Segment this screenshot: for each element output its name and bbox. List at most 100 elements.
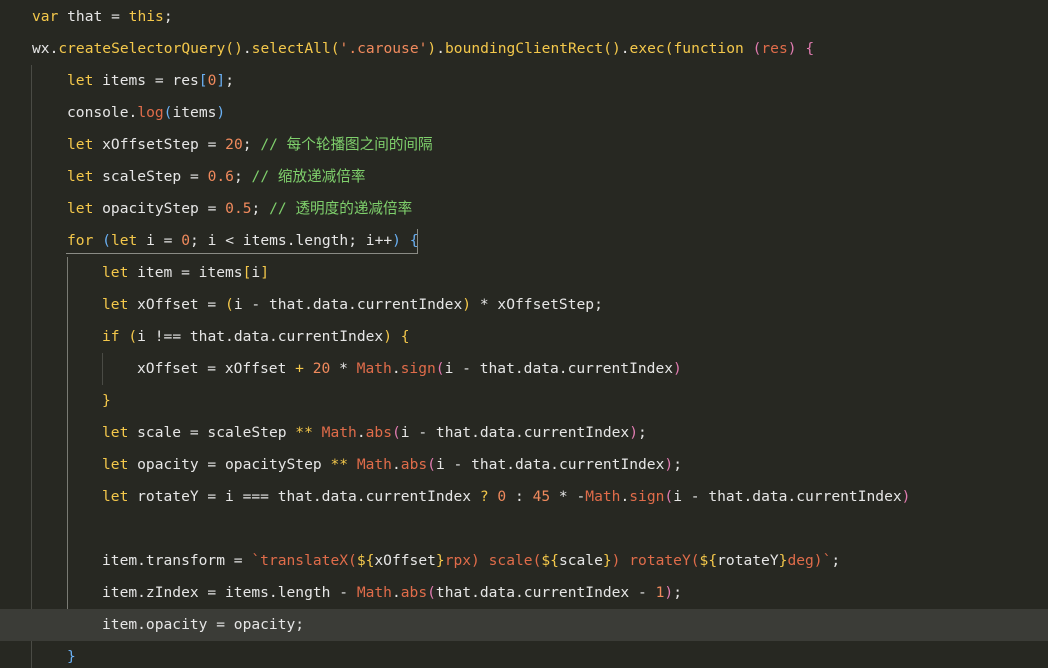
code-line[interactable]: item.zIndex = items.length - Math.abs(th…: [0, 577, 1048, 609]
code-token: Math: [356, 584, 392, 601]
code-token: :: [506, 488, 533, 505]
code-line[interactable]: xOffset = xOffset + 20 * Math.sign(i - t…: [0, 353, 1048, 385]
code-token: ): [664, 584, 674, 601]
code-line[interactable]: item.opacity = opacity;: [0, 609, 1048, 641]
code-token: ): [787, 40, 797, 57]
code-token: i - that.data.currentIndex: [400, 424, 630, 441]
code-token: rotateY = i === that.data.currentIndex: [128, 488, 480, 505]
code-text: let rotateY = i === that.data.currentInd…: [102, 481, 910, 513]
code-token: let: [67, 168, 94, 185]
code-token: (: [330, 40, 340, 57]
code-token: abs: [400, 584, 428, 601]
code-text: let scale = scaleStep ** Math.abs(i - th…: [102, 417, 647, 449]
code-token: Math: [356, 456, 392, 473]
code-line[interactable]: let rotateY = i === that.data.currentInd…: [0, 481, 1048, 513]
code-line[interactable]: let scale = scaleStep ** Math.abs(i - th…: [0, 417, 1048, 449]
code-token: ): [383, 328, 392, 345]
code-line[interactable]: wx.createSelectorQuery().selectAll('.car…: [0, 33, 1048, 65]
code-line[interactable]: let item = items[i]: [0, 257, 1048, 289]
code-token: abs: [400, 456, 428, 473]
code-token: xOffset = xOffset: [137, 360, 296, 377]
code-token: ;: [831, 552, 841, 569]
code-token: scale: [558, 552, 603, 569]
code-token: .: [436, 40, 446, 57]
code-token: ): [462, 296, 472, 313]
code-token: ]: [216, 72, 226, 89]
code-text: let scaleStep = 0.6; // 缩放递减倍率: [67, 161, 365, 193]
code-token: **: [330, 456, 349, 473]
code-token: this: [128, 8, 164, 25]
code-token: }: [435, 552, 445, 569]
code-token: }: [102, 392, 111, 409]
code-token: (: [664, 40, 674, 57]
code-line[interactable]: }: [0, 641, 1048, 668]
code-line[interactable]: [0, 513, 1048, 545]
code-line[interactable]: }: [0, 385, 1048, 417]
code-token: .: [391, 456, 401, 473]
code-token: let: [67, 200, 94, 217]
code-editor[interactable]: var that = this; wx.createSelectorQuery()…: [0, 0, 1048, 668]
code-token: item.transform =: [102, 552, 252, 569]
code-line[interactable]: let opacityStep = 0.5; // 透明度的递减倍率: [0, 193, 1048, 225]
code-token: ;: [163, 8, 173, 25]
code-token: abs: [365, 424, 392, 441]
code-line[interactable]: item.transform = `translateX(${xOffset}r…: [0, 545, 1048, 577]
code-token: xOffset =: [128, 296, 226, 313]
code-token: ;: [673, 584, 682, 601]
code-token: 0.6: [207, 168, 234, 185]
code-token: ): [216, 104, 226, 121]
code-token: ): [427, 40, 437, 57]
code-token: log: [137, 104, 164, 121]
code-line[interactable]: console.log(items): [0, 97, 1048, 129]
code-token: sign: [629, 488, 665, 505]
code-token: res: [761, 40, 788, 57]
code-line[interactable]: let scaleStep = 0.6; // 缩放递减倍率: [0, 161, 1048, 193]
code-token: ?: [479, 488, 489, 505]
code-text: item.zIndex = items.length - Math.abs(th…: [102, 577, 682, 609]
code-token: i - that.data.currentIndex: [233, 296, 463, 313]
code-token: scaleStep =: [93, 168, 208, 185]
code-line[interactable]: let items = res[0];: [0, 65, 1048, 97]
code-token: }: [602, 552, 612, 569]
code-token: * -: [550, 488, 586, 505]
code-line[interactable]: var that = this;: [0, 1, 1048, 33]
code-token: createSelectorQuery: [58, 40, 226, 57]
code-text: }: [102, 385, 111, 417]
code-token: ;: [233, 168, 252, 185]
code-token: var: [32, 8, 59, 25]
code-token: selectAll: [251, 40, 331, 57]
code-line[interactable]: if (i !== that.data.currentIndex) {: [0, 321, 1048, 353]
code-token: 20: [225, 136, 243, 153]
code-text: item.transform = `translateX(${xOffset}r…: [102, 545, 840, 577]
code-token: xOffset: [374, 552, 436, 569]
code-token: let: [67, 136, 94, 153]
code-token: item.zIndex = items.length: [102, 584, 340, 601]
code-token: boundingClientRect: [445, 40, 604, 57]
code-token: 0: [497, 488, 507, 505]
code-token: .: [242, 40, 252, 57]
code-token: ): [629, 424, 639, 441]
code-text: xOffset = xOffset + 20 * Math.sign(i - t…: [137, 353, 682, 385]
code-token: -: [339, 584, 357, 601]
code-line[interactable]: let opacity = opacityStep ** Math.abs(i …: [0, 449, 1048, 481]
code-token: .: [620, 40, 630, 57]
code-token: ]: [260, 264, 269, 281]
code-token: 20: [312, 360, 331, 377]
code-token: * xOffsetStep;: [471, 296, 603, 313]
code-token: ;: [242, 136, 261, 153]
code-token: opacityStep =: [93, 200, 226, 217]
code-token: if: [102, 328, 120, 345]
code-token: let: [102, 296, 129, 313]
code-token: -: [638, 584, 656, 601]
code-line[interactable]: let xOffset = (i - that.data.currentInde…: [0, 289, 1048, 321]
code-token: console: [67, 104, 129, 121]
code-token: Math: [321, 424, 357, 441]
code-text: let opacity = opacityStep ** Math.abs(i …: [102, 449, 682, 481]
code-token: +: [295, 360, 313, 377]
code-token: i: [251, 264, 261, 281]
code-token: i - that.data.currentIndex: [444, 360, 674, 377]
code-token: ): [664, 456, 674, 473]
code-token: {: [805, 40, 815, 57]
code-line[interactable]: let xOffsetStep = 20; // 每个轮播图之间的间隔: [0, 129, 1048, 161]
